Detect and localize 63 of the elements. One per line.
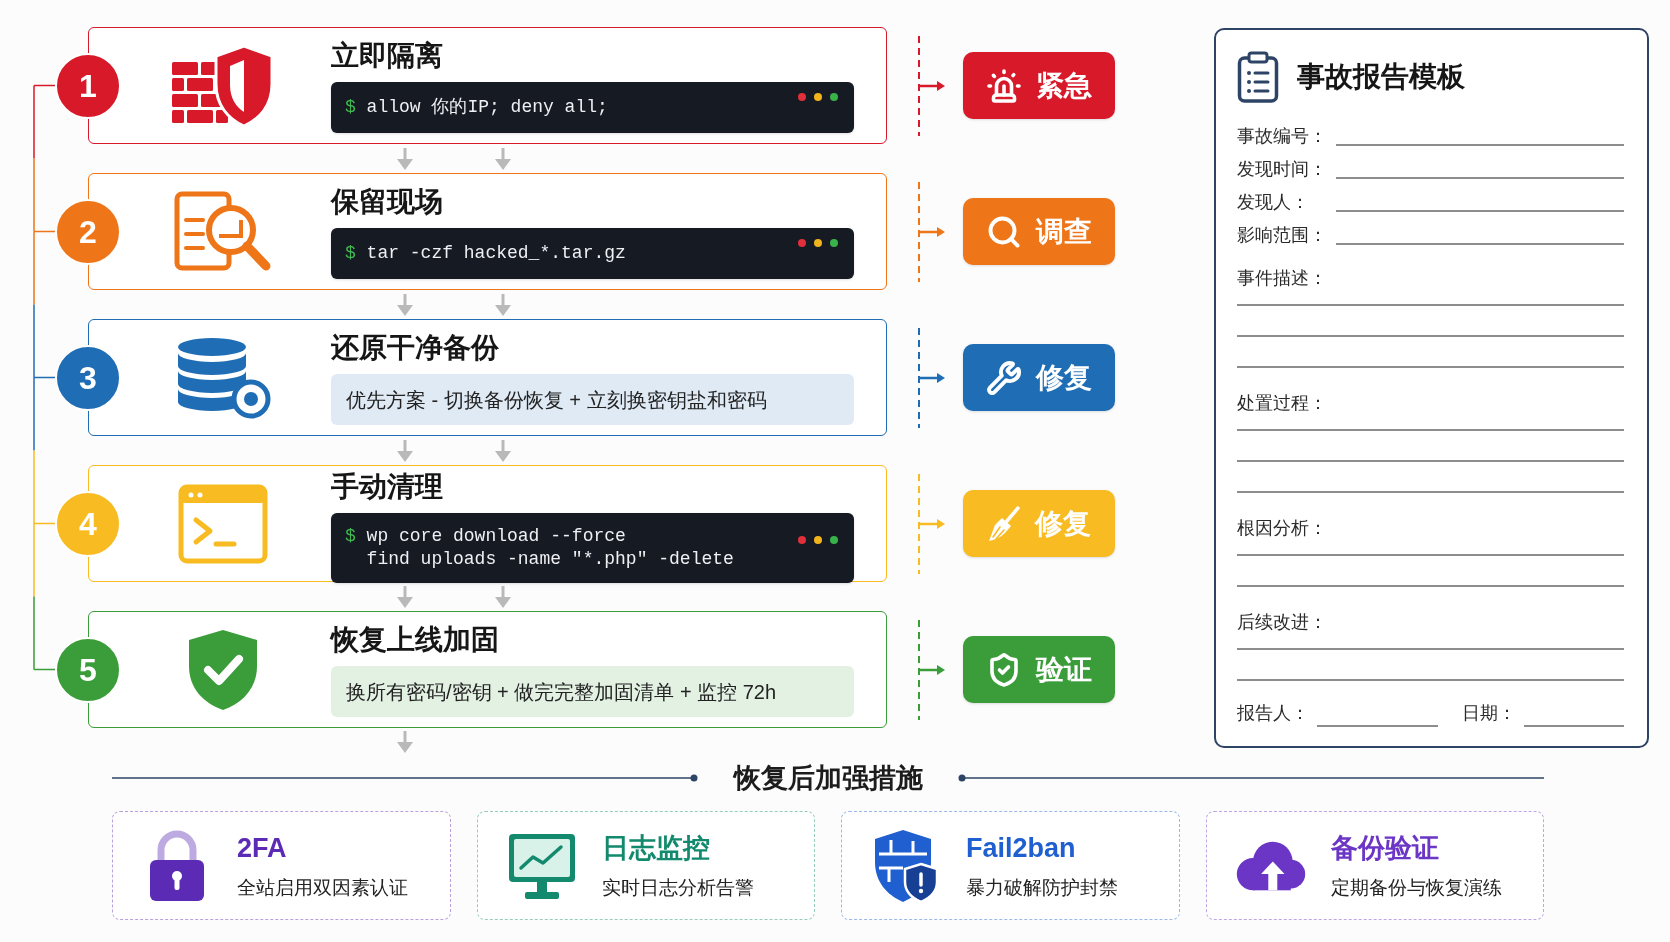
prompt-symbol: $ xyxy=(345,525,357,548)
step-title: 还原干净备份 xyxy=(331,331,500,365)
field-label: 事件描述： xyxy=(1237,267,1328,290)
broom-icon xyxy=(987,505,1021,542)
down-arrow xyxy=(397,439,413,462)
code-line: allow 你的IP; deny all; xyxy=(366,96,608,119)
tag-label: 修复 xyxy=(1036,360,1092,395)
step-number: 4 xyxy=(55,490,121,557)
report-title: 事故报告模板 xyxy=(1297,60,1465,94)
step-title: 立即隔离 xyxy=(331,39,444,73)
tag-label: 验证 xyxy=(1036,652,1092,687)
step-number: 1 xyxy=(55,52,121,119)
measure-title: 备份验证 xyxy=(1330,831,1440,865)
prompt-symbol: $ xyxy=(345,242,357,265)
field-label: 处置过程： xyxy=(1237,392,1328,415)
padlock-icon xyxy=(148,829,206,902)
monitor-chart-icon xyxy=(506,831,577,900)
wrench-icon xyxy=(986,359,1022,396)
field-label: 报告人： xyxy=(1237,702,1309,725)
clipboard-list-icon xyxy=(1237,51,1279,103)
code-line: wp core download --force xyxy=(366,525,626,548)
measure-description: 定期备份与恢复演练 xyxy=(1330,875,1502,900)
step-number: 3 xyxy=(55,344,121,411)
measure-description: 实时日志分析告警 xyxy=(601,875,754,900)
down-arrow xyxy=(495,147,511,170)
section-title: 恢复后加强措施 xyxy=(732,761,924,795)
siren-icon xyxy=(986,67,1022,104)
field-label: 影响范围： xyxy=(1237,223,1328,247)
document-magnifier-icon xyxy=(173,189,273,274)
step-title: 保留现场 xyxy=(331,185,444,219)
shield-wall-icon xyxy=(873,827,939,904)
field-label: 根因分析： xyxy=(1237,517,1328,540)
tag-label: 修复 xyxy=(1035,506,1091,541)
measure-description: 暴力破解防护封禁 xyxy=(966,875,1118,900)
measure-title: Fail2ban xyxy=(966,831,1077,865)
tag-label: 调查 xyxy=(1036,214,1092,249)
measure-title: 日志监控 xyxy=(601,831,711,865)
measure-title: 2FA xyxy=(237,831,288,865)
down-arrow xyxy=(397,585,413,608)
tag-label: 紧急 xyxy=(1036,68,1092,103)
code-line: tar -czf hacked_*.tar.gz xyxy=(366,242,626,265)
prompt-symbol: $ xyxy=(345,96,357,119)
field-label: 发现人： xyxy=(1237,190,1310,214)
shield-check-icon xyxy=(187,627,259,712)
down-arrow xyxy=(397,147,413,170)
measure-description: 全站启用双因素认证 xyxy=(237,875,408,900)
down-arrow xyxy=(397,731,413,753)
field-label: 事故编号： xyxy=(1237,124,1328,148)
field-label: 发现时间： xyxy=(1237,157,1328,181)
field-label: 后续改进： xyxy=(1237,611,1328,634)
code-line: find uploads -name "*.php" -delete xyxy=(366,548,734,571)
field-label: 日期： xyxy=(1462,702,1516,725)
highlight-note: 优先方案 - 切换备份恢复 + 立刻换密钥盐和密码 xyxy=(331,374,854,425)
highlight-note: 换所有密码/密钥 + 做完完整加固清单 + 监控 72h xyxy=(331,666,854,717)
step-number: 5 xyxy=(55,636,121,703)
step-number: 2 xyxy=(55,198,121,265)
step-title: 恢复上线加固 xyxy=(331,623,500,657)
step-title: 手动清理 xyxy=(331,470,444,504)
down-arrow xyxy=(495,293,511,316)
down-arrow xyxy=(495,585,511,608)
down-arrow xyxy=(397,293,413,316)
down-arrow xyxy=(495,439,511,462)
terminal-icon xyxy=(178,483,268,564)
